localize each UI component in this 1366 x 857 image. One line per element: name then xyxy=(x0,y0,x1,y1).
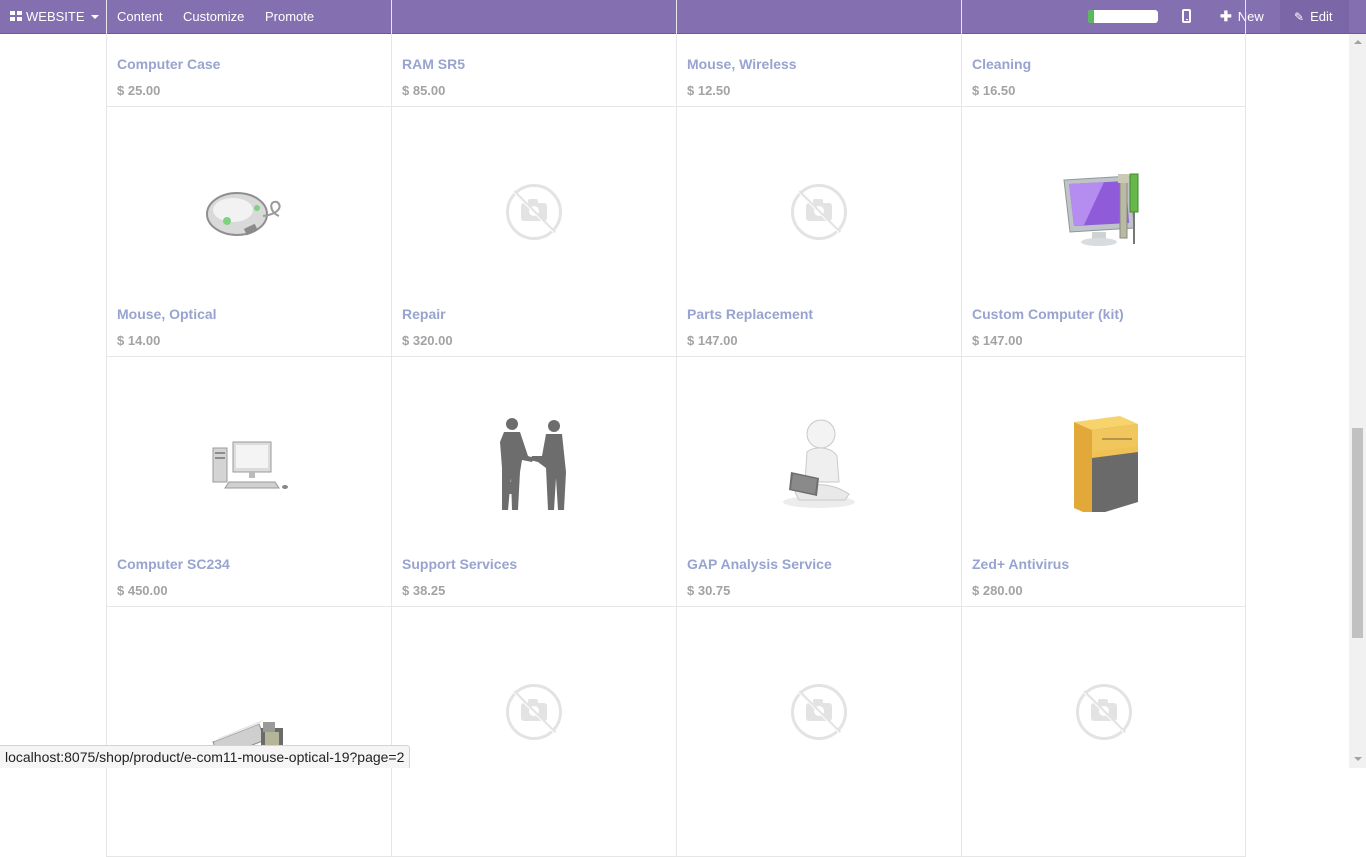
desktop-computer-image[interactable] xyxy=(199,412,299,512)
product-price: $ 38.25 xyxy=(402,583,446,598)
product-price: $ 16.50 xyxy=(972,83,1016,98)
product-name[interactable]: Cleaning xyxy=(972,56,1031,72)
page-scrollbar[interactable] xyxy=(1349,34,1366,768)
product-price: $ 85.00 xyxy=(402,83,446,98)
handshake-image[interactable] xyxy=(484,412,584,512)
website-menu-label: WEBSITE xyxy=(26,9,85,24)
product-price: $ 147.00 xyxy=(687,333,738,348)
product-name[interactable]: Computer SC234 xyxy=(117,556,230,572)
computer-kit-image[interactable] xyxy=(1054,162,1154,262)
product-price: $ 25.00 xyxy=(117,83,161,98)
apps-grid-icon xyxy=(10,11,22,22)
edit-button-label: Edit xyxy=(1310,9,1333,24)
product-name[interactable]: Custom Computer (kit) xyxy=(972,306,1124,322)
product-card[interactable]: Cleaning $ 16.50 xyxy=(961,0,1246,107)
product-name[interactable]: Parts Replacement xyxy=(687,306,813,322)
pencil-icon: ✎ xyxy=(1294,10,1305,24)
product-name[interactable]: RAM SR5 xyxy=(402,56,465,72)
product-name[interactable]: Repair xyxy=(402,306,446,322)
product-price: $ 147.00 xyxy=(972,333,1023,348)
product-name[interactable]: GAP Analysis Service xyxy=(687,556,832,572)
product-card[interactable]: Computer SC234 $ 450.00 xyxy=(106,357,391,607)
product-price: $ 450.00 xyxy=(117,583,168,598)
product-card[interactable]: Mouse, Optical $ 14.00 xyxy=(106,107,391,357)
product-card[interactable]: RAM SR5 $ 85.00 xyxy=(391,0,676,107)
product-card[interactable]: Parts Replacement $ 147.00 xyxy=(676,107,961,357)
product-card[interactable]: Custom Computer (kit) $ 147.00 xyxy=(961,107,1246,357)
scroll-up-arrow-icon[interactable] xyxy=(1349,34,1366,51)
scroll-down-arrow-icon[interactable] xyxy=(1349,751,1366,768)
website-menu[interactable]: WEBSITE xyxy=(10,0,99,33)
product-card[interactable] xyxy=(391,607,676,857)
product-card[interactable] xyxy=(106,607,391,857)
laptop-figure-image[interactable] xyxy=(769,412,869,512)
product-price: $ 280.00 xyxy=(972,583,1023,598)
product-name[interactable]: Mouse, Optical xyxy=(117,306,217,322)
product-price: $ 12.50 xyxy=(687,83,731,98)
no-image-placeholder-icon xyxy=(506,684,562,740)
product-name[interactable]: Computer Case xyxy=(117,56,220,72)
product-card[interactable] xyxy=(676,607,961,857)
product-card[interactable]: Zed+ Antivirus $ 280.00 xyxy=(961,357,1246,607)
no-image-placeholder-icon xyxy=(791,684,847,740)
product-price: $ 320.00 xyxy=(402,333,453,348)
product-card[interactable] xyxy=(961,607,1246,857)
no-image-placeholder-icon xyxy=(506,184,562,240)
product-name[interactable]: Support Services xyxy=(402,556,517,572)
mouse-image[interactable] xyxy=(199,162,299,262)
software-box-image[interactable] xyxy=(1054,412,1154,512)
product-card[interactable]: GAP Analysis Service $ 30.75 xyxy=(676,357,961,607)
product-price: $ 14.00 xyxy=(117,333,161,348)
edit-button[interactable]: ✎ Edit xyxy=(1280,0,1349,33)
no-image-placeholder-icon xyxy=(791,184,847,240)
product-price: $ 30.75 xyxy=(687,583,731,598)
caret-down-icon xyxy=(90,15,99,19)
scrollbar-thumb[interactable] xyxy=(1352,428,1363,638)
product-card[interactable]: Support Services $ 38.25 xyxy=(391,357,676,607)
product-name[interactable]: Mouse, Wireless xyxy=(687,56,797,72)
product-card[interactable]: Computer Case $ 25.00 xyxy=(106,0,391,107)
product-card[interactable]: Mouse, Wireless $ 12.50 xyxy=(676,0,961,107)
product-card[interactable]: Repair $ 320.00 xyxy=(391,107,676,357)
product-name[interactable]: Zed+ Antivirus xyxy=(972,556,1069,572)
no-image-placeholder-icon xyxy=(1076,684,1132,740)
browser-status-url: localhost:8075/shop/product/e-com11-mous… xyxy=(0,745,411,768)
